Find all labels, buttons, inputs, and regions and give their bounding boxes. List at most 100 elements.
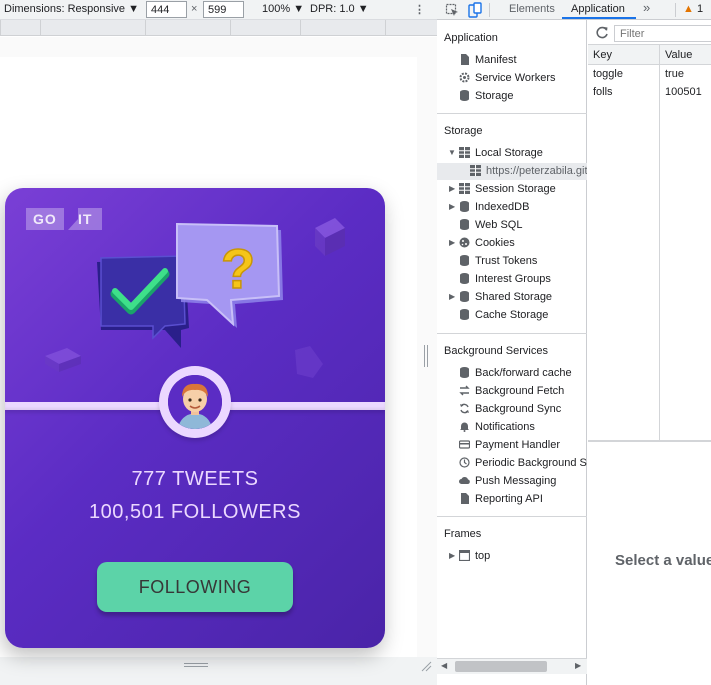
- scrollbar-thumb[interactable]: [455, 661, 547, 672]
- sidebar-item-label: Cookies: [475, 237, 515, 249]
- zoom-dropdown[interactable]: 100% ▼: [262, 3, 304, 15]
- dimensions-dropdown[interactable]: Dimensions: Responsive ▼: [4, 3, 139, 15]
- sidebar-item-storage[interactable]: Storage: [459, 88, 587, 106]
- sidebar-item-label: Background Sync: [475, 403, 562, 415]
- sidebar-item-service-workers[interactable]: Service Workers: [459, 70, 587, 88]
- section-background-services: Background Services: [444, 345, 548, 357]
- viewport-bottom-strip: [0, 657, 437, 685]
- resize-corner-icon[interactable]: [420, 660, 432, 672]
- sidebar-item-notifications[interactable]: Notifications: [459, 419, 587, 437]
- inspect-element-icon[interactable]: [445, 3, 459, 17]
- user-card: ? GO IT 777 TWEETS 100,501 FOLLOWERS FOL…: [5, 188, 385, 648]
- swap-icon: [459, 385, 470, 396]
- width-input[interactable]: [146, 1, 187, 18]
- storage-table-header: Key Value: [588, 45, 711, 65]
- resize-handle-bottom[interactable]: [184, 663, 208, 667]
- credit-card-icon: [459, 440, 470, 449]
- sidebar-item-session-storage[interactable]: Session Storage: [459, 181, 587, 199]
- resize-handle-right[interactable]: [424, 345, 428, 367]
- sidebar-item-local-storage[interactable]: Local Storage: [459, 145, 587, 163]
- device-toggle-icon[interactable]: [468, 2, 482, 18]
- sidebar-item-background-fetch[interactable]: Background Fetch: [459, 383, 587, 401]
- sidebar-item-label: Local Storage: [475, 147, 543, 159]
- more-vert-icon[interactable]: ⋮: [414, 3, 425, 16]
- row-value: 100501: [665, 86, 702, 98]
- section-storage: Storage: [444, 125, 483, 137]
- sidebar-item-indexeddb[interactable]: IndexedDB: [459, 199, 587, 217]
- column-header-value[interactable]: Value: [665, 49, 692, 61]
- collapsed-arrow-icon[interactable]: ▶: [449, 184, 455, 193]
- sidebar-item-frame-top[interactable]: top: [459, 548, 587, 566]
- dpr-dropdown[interactable]: DPR: 1.0 ▼: [310, 3, 369, 15]
- database-icon: [460, 273, 469, 284]
- sidebar-item-label: Payment Handler: [475, 439, 560, 451]
- expanded-arrow-icon[interactable]: ▼: [448, 148, 456, 157]
- storage-view: [588, 20, 711, 685]
- sidebar-item-reporting-api[interactable]: Reporting API: [459, 491, 587, 509]
- column-divider[interactable]: [659, 45, 660, 440]
- table-icon: [459, 183, 470, 194]
- collapsed-arrow-icon[interactable]: ▶: [449, 551, 455, 560]
- sidebar-item-label: Trust Tokens: [475, 255, 538, 267]
- scroll-right-icon[interactable]: ▶: [575, 661, 581, 670]
- sidebar-item-label: Shared Storage: [475, 291, 553, 303]
- collapsed-arrow-icon[interactable]: ▶: [449, 202, 455, 211]
- database-icon: [460, 219, 469, 230]
- tab-elements[interactable]: Elements: [509, 3, 555, 15]
- file-icon: [461, 493, 469, 504]
- clock-icon: [459, 457, 470, 468]
- file-icon: [461, 54, 469, 65]
- sidebar-item-label: Back/forward cache: [475, 367, 572, 379]
- times-label: ×: [191, 3, 198, 15]
- sidebar-item-cookies[interactable]: Cookies: [459, 235, 587, 253]
- sidebar-item-manifest[interactable]: Manifest: [459, 52, 587, 70]
- svg-text:?: ?: [221, 237, 255, 300]
- bell-icon: [460, 422, 469, 432]
- column-header-key[interactable]: Key: [593, 49, 612, 61]
- cloud-icon: [459, 477, 470, 484]
- sidebar-item-trust-tokens[interactable]: Trust Tokens: [459, 253, 587, 271]
- sidebar-item-label: Session Storage: [475, 183, 556, 195]
- logo-text-left: GO: [33, 211, 57, 227]
- height-input[interactable]: [203, 1, 244, 18]
- frame-icon: [459, 550, 470, 561]
- tabs-overflow-icon[interactable]: »: [643, 0, 650, 15]
- scroll-left-icon[interactable]: ◀: [441, 661, 447, 670]
- sidebar-item-origin[interactable]: https://peterzabila.git: [470, 163, 587, 181]
- filter-input[interactable]: [614, 25, 711, 42]
- sidebar-item-back-forward-cache[interactable]: Back/forward cache: [459, 365, 587, 383]
- gear-icon: [459, 72, 470, 83]
- sidebar-item-shared-storage[interactable]: Shared Storage: [459, 289, 587, 307]
- collapsed-arrow-icon[interactable]: ▶: [449, 292, 455, 301]
- sidebar-item-label: IndexedDB: [475, 201, 530, 213]
- table-row[interactable]: toggle true: [588, 65, 711, 83]
- collapsed-arrow-icon[interactable]: ▶: [449, 238, 455, 247]
- sidebar-item-background-sync[interactable]: Background Sync: [459, 401, 587, 419]
- sidebar-item-label: Notifications: [475, 421, 535, 433]
- sidebar-item-periodic-background-sync[interactable]: Periodic Background Sync: [459, 455, 587, 473]
- sidebar-item-label: Storage: [475, 90, 514, 102]
- sidebar-item-label: Periodic Background Sync: [475, 457, 587, 469]
- sidebar-item-label: Web SQL: [475, 219, 523, 231]
- logo-text-right: IT: [78, 211, 93, 227]
- dimensions-label: Dimensions: Responsive: [4, 3, 126, 15]
- sidebar-item-label: Background Fetch: [475, 385, 565, 397]
- split-view-divider[interactable]: [588, 440, 711, 442]
- sidebar-item-label: Interest Groups: [475, 273, 551, 285]
- following-button[interactable]: FOLLOWING: [97, 562, 293, 612]
- sidebar-item-payment-handler[interactable]: Payment Handler: [459, 437, 587, 455]
- tab-application[interactable]: Application: [571, 3, 625, 15]
- sidebar-item-interest-groups[interactable]: Interest Groups: [459, 271, 587, 289]
- avatar: [168, 375, 222, 429]
- row-key: folls: [593, 86, 613, 98]
- warnings-badge[interactable]: ▲ 1: [683, 3, 703, 15]
- device-toolbar: Dimensions: Responsive ▼ × 100% ▼ DPR: 1…: [0, 0, 437, 20]
- sidebar-item-cache-storage[interactable]: Cache Storage: [459, 307, 587, 325]
- sidebar-item-label: Push Messaging: [475, 475, 557, 487]
- refresh-icon[interactable]: [596, 26, 609, 39]
- media-query-ruler[interactable]: [0, 20, 437, 36]
- sidebar-item-push-messaging[interactable]: Push Messaging: [459, 473, 587, 491]
- table-row[interactable]: folls 100501: [588, 83, 711, 101]
- database-icon: [460, 291, 469, 302]
- sidebar-item-websql[interactable]: Web SQL: [459, 217, 587, 235]
